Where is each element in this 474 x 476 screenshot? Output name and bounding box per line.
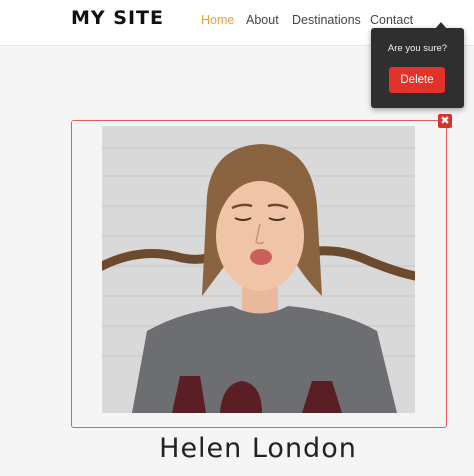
delete-button[interactable]: Delete (389, 67, 445, 93)
confirm-popover: Are you sure? Delete (371, 28, 464, 108)
remove-card-button[interactable]: ✖ (438, 114, 452, 128)
close-icon: ✖ (440, 114, 450, 127)
nav-item-home[interactable]: Home (201, 13, 234, 27)
profile-photo (102, 126, 415, 413)
profile-photo-illustration (102, 126, 415, 413)
confirm-question: Are you sure? (387, 43, 448, 54)
profile-name: Helen London (159, 433, 357, 464)
nav-item-contact[interactable]: Contact (370, 13, 413, 27)
nav-item-destinations[interactable]: Destinations (292, 13, 361, 27)
main-nav: Home About Destinations Contact (0, 13, 474, 29)
nav-item-about[interactable]: About (246, 13, 279, 27)
